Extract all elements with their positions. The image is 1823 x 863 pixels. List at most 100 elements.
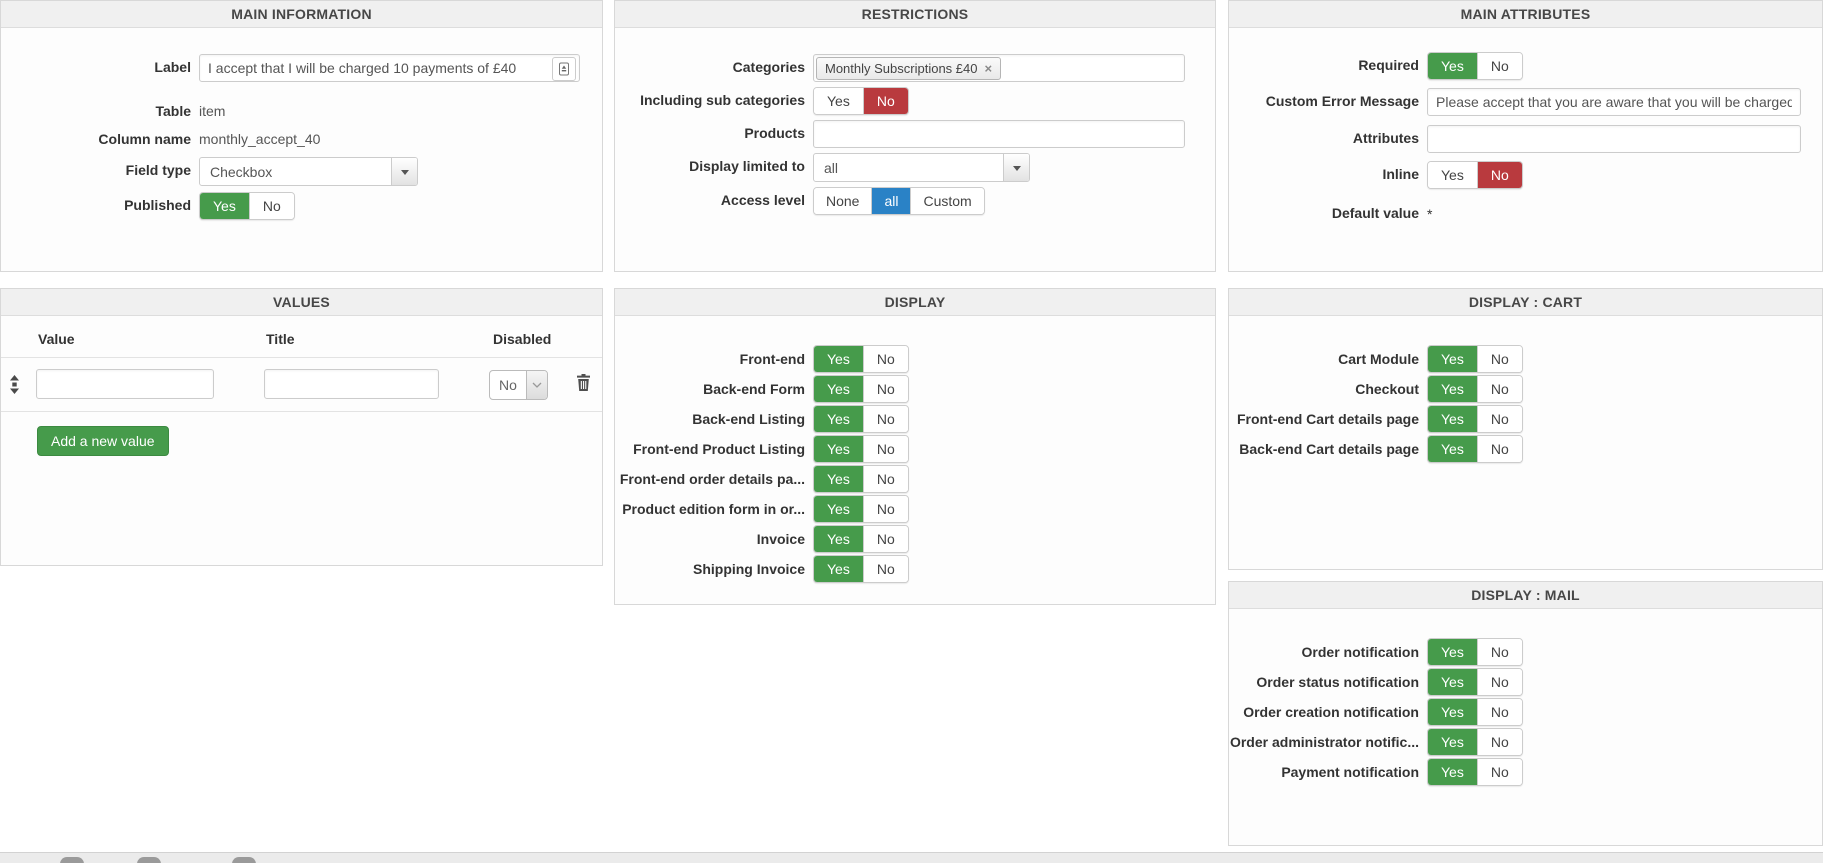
inline-no-button[interactable]: No — [1476, 162, 1522, 188]
row-label: Front-end — [739, 351, 805, 367]
toggle-yes-button[interactable]: Yes — [814, 466, 863, 492]
field-type-dropdown-button[interactable] — [391, 158, 417, 185]
mail-row-order-status-notification: Order status notification Yes No — [1229, 668, 1822, 696]
toggle-yes-button[interactable]: Yes — [1428, 346, 1477, 372]
required-no-button[interactable]: No — [1476, 53, 1522, 79]
published-label: Published — [124, 197, 191, 213]
field-type-select[interactable]: Checkbox — [199, 157, 418, 186]
display-limited-to-select[interactable]: all — [813, 153, 1030, 182]
cart-row-back-end-cart-details: Back-end Cart details page Yes No — [1229, 435, 1822, 463]
access-level-toggle: None all Custom — [813, 187, 985, 215]
toggle-yes-button[interactable]: Yes — [814, 346, 863, 372]
column-header-title: Title — [266, 331, 295, 347]
toggle-no-button[interactable]: No — [1476, 639, 1522, 665]
display-limited-dropdown-button[interactable] — [1003, 154, 1029, 181]
display-row-back-end-form: Back-end Form Yes No — [615, 375, 1215, 403]
front-end-order-details-toggle: Yes No — [813, 465, 909, 493]
panel-display-cart: DISPLAY : CART Cart Module Yes No Checkou… — [1228, 288, 1823, 570]
order-creation-notification-toggle: Yes No — [1427, 698, 1523, 726]
toggle-no-button[interactable]: No — [862, 436, 908, 462]
disabled-dropdown-button[interactable] — [525, 371, 547, 399]
mail-row-order-administrator-notification: Order administrator notific... Yes No — [1229, 728, 1822, 756]
access-none-button[interactable]: None — [814, 188, 872, 214]
published-no-button[interactable]: No — [248, 193, 294, 219]
drag-handle[interactable] — [8, 375, 21, 399]
editor-toggle-button[interactable] — [552, 57, 576, 81]
toggle-yes-button[interactable]: Yes — [814, 496, 863, 522]
toggle-no-button[interactable]: No — [862, 526, 908, 552]
toggle-no-button[interactable]: No — [1476, 376, 1522, 402]
values-column-headers: Value Title Disabled — [1, 316, 602, 358]
toggle-no-button[interactable]: No — [862, 466, 908, 492]
toggle-yes-button[interactable]: Yes — [1428, 639, 1477, 665]
products-input[interactable] — [813, 120, 1185, 148]
access-custom-button[interactable]: Custom — [910, 188, 984, 214]
required-yes-button[interactable]: Yes — [1428, 53, 1477, 79]
toggle-yes-button[interactable]: Yes — [814, 526, 863, 552]
toggle-yes-button[interactable]: Yes — [1428, 406, 1477, 432]
toggle-yes-button[interactable]: Yes — [1428, 436, 1477, 462]
delete-row-button[interactable] — [576, 374, 591, 396]
row-label: Checkout — [1355, 381, 1419, 397]
tag-remove-icon[interactable]: × — [984, 62, 992, 75]
row-label: Order creation notification — [1243, 704, 1419, 720]
display-row-invoice: Invoice Yes No — [615, 525, 1215, 553]
toggle-no-button[interactable]: No — [1476, 699, 1522, 725]
table-label: Table — [155, 103, 191, 119]
toggle-yes-button[interactable]: Yes — [1428, 669, 1477, 695]
attributes-input[interactable] — [1427, 125, 1801, 153]
toggle-no-button[interactable]: No — [1476, 759, 1522, 785]
toggle-no-button[interactable]: No — [862, 346, 908, 372]
row-label: Cart Module — [1338, 351, 1419, 367]
column-name-value: monthly_accept_40 — [199, 131, 321, 147]
mail-row-payment-notification: Payment notification Yes No — [1229, 758, 1822, 786]
toggle-yes-button[interactable]: Yes — [814, 376, 863, 402]
sub-categories-yes-button[interactable]: Yes — [814, 88, 863, 114]
value-input[interactable] — [36, 369, 214, 399]
add-new-value-button[interactable]: Add a new value — [37, 426, 169, 456]
mail-row-order-notification: Order notification Yes No — [1229, 638, 1822, 666]
toggle-no-button[interactable]: No — [1476, 729, 1522, 755]
label-input[interactable] — [199, 54, 580, 82]
toggle-no-button[interactable]: No — [1476, 669, 1522, 695]
toggle-yes-button[interactable]: Yes — [1428, 376, 1477, 402]
toggle-yes-button[interactable]: Yes — [814, 436, 863, 462]
panel-values: VALUES Value Title Disabled No Add a new… — [0, 288, 603, 566]
display-row-front-end: Front-end Yes No — [615, 345, 1215, 373]
bottom-toolbar-strip — [0, 852, 1823, 863]
toggle-yes-button[interactable]: Yes — [1428, 699, 1477, 725]
toggle-yes-button[interactable]: Yes — [814, 406, 863, 432]
toggle-yes-button[interactable]: Yes — [814, 556, 863, 582]
disabled-select[interactable]: No — [489, 370, 548, 400]
display-row-shipping-invoice: Shipping Invoice Yes No — [615, 555, 1215, 583]
categories-input[interactable]: Monthly Subscriptions £40 × — [813, 54, 1185, 82]
access-all-button[interactable]: all — [871, 188, 911, 214]
row-label: Invoice — [756, 531, 805, 547]
including-sub-categories-toggle: Yes No — [813, 87, 909, 115]
toggle-no-button[interactable]: No — [1476, 436, 1522, 462]
toggle-no-button[interactable]: No — [1476, 406, 1522, 432]
product-edition-form-toggle: Yes No — [813, 495, 909, 523]
panel-display: DISPLAY Front-end Yes No Back-end Form Ye… — [614, 288, 1216, 605]
products-label: Products — [744, 125, 805, 141]
toggle-no-button[interactable]: No — [862, 556, 908, 582]
display-row-front-end-order-details: Front-end order details pa... Yes No — [615, 465, 1215, 493]
inline-yes-button[interactable]: Yes — [1428, 162, 1477, 188]
toggle-no-button[interactable]: No — [862, 376, 908, 402]
order-notification-toggle: Yes No — [1427, 638, 1523, 666]
toggle-no-button[interactable]: No — [1476, 346, 1522, 372]
display-limited-to-label: Display limited to — [689, 158, 805, 174]
title-input[interactable] — [264, 369, 439, 399]
published-yes-button[interactable]: Yes — [200, 193, 249, 219]
panel-title: MAIN INFORMATION — [1, 1, 602, 28]
inline-label: Inline — [1382, 166, 1419, 182]
panel-display-mail: DISPLAY : MAIL Order notification Yes No … — [1228, 581, 1823, 846]
custom-error-message-input[interactable] — [1427, 88, 1801, 116]
toggle-yes-button[interactable]: Yes — [1428, 729, 1477, 755]
required-toggle: Yes No — [1427, 52, 1523, 80]
unknown-partial-icon — [60, 857, 84, 863]
sub-categories-no-button[interactable]: No — [862, 88, 908, 114]
toggle-no-button[interactable]: No — [862, 496, 908, 522]
toggle-yes-button[interactable]: Yes — [1428, 759, 1477, 785]
toggle-no-button[interactable]: No — [862, 406, 908, 432]
